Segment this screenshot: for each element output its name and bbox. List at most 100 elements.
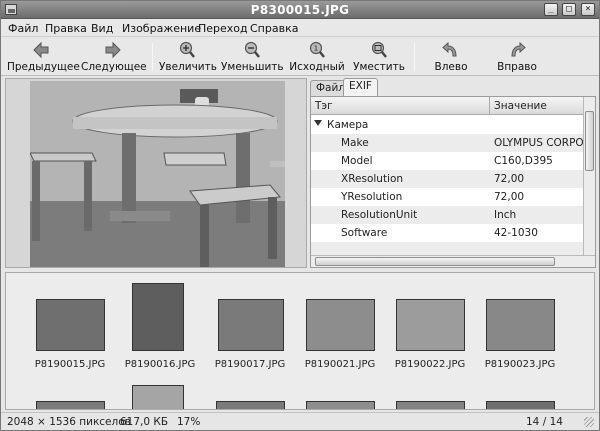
thumbnail-name: P8190017.JPG (214, 359, 286, 370)
exif-value: 72,00 (494, 173, 525, 185)
thumbnail-item[interactable]: P8190017.JPG (210, 273, 290, 377)
exif-tag: ResolutionUnit (341, 209, 418, 221)
title-bar[interactable]: P8300015.JPG _ □ × (1, 1, 599, 19)
menu-view[interactable]: Вид (91, 22, 113, 35)
previous-label: Предыдущее (7, 61, 80, 73)
rotate-left-label: Влево (434, 61, 468, 73)
zoom-fit-icon (371, 41, 387, 58)
exif-header: Тэг Значение (311, 97, 583, 115)
zoom-in-icon (179, 41, 195, 58)
menu-bar: Файл Правка Вид Изображение Переход Спра… (1, 19, 599, 37)
zoom-original-label: Исходный (289, 61, 345, 73)
scrollbar-thumb[interactable] (315, 257, 555, 266)
next-label: Следующее (81, 61, 147, 73)
rotate-left-icon (442, 41, 457, 57)
zoom-original-icon: 1 (309, 41, 325, 58)
thumbnail-image (396, 299, 465, 351)
rotate-right-label: Вправо (497, 61, 537, 73)
rotate-right-button[interactable]: Вправо (493, 38, 541, 76)
exif-value: 72,00 (494, 191, 525, 203)
properties-panel: Файл EXIF Тэг Значение Камера Make OLYMP… (310, 78, 596, 268)
thumbnail-image (486, 299, 555, 351)
close-button[interactable]: × (581, 3, 595, 16)
expander-icon[interactable] (314, 120, 322, 126)
image-viewer-window: P8300015.JPG _ □ × Файл Правка Вид Изобр… (0, 0, 600, 431)
thumbnail-name: P8190021.JPG (304, 359, 376, 370)
zoom-out-button[interactable]: Уменьшить (221, 38, 284, 76)
vertical-scrollbar[interactable] (583, 97, 595, 255)
column-value[interactable]: Значение (494, 100, 547, 112)
menu-go[interactable]: Переход (198, 22, 248, 35)
exif-tag: Software (341, 227, 388, 239)
thumbnail-strip[interactable]: P8190015.JPG P8190016.JPG P8190017.JPG P… (5, 272, 595, 410)
zoom-fit-button[interactable]: Уместить (351, 38, 407, 76)
horizontal-scrollbar[interactable] (311, 255, 595, 267)
zoom-in-button[interactable]: Увеличить (159, 38, 217, 76)
arrow-right-icon (105, 41, 121, 59)
thumbnail-image-partial[interactable] (36, 401, 105, 409)
image-view[interactable] (5, 78, 307, 268)
exif-row[interactable]: YResolution 72,00 (311, 188, 583, 206)
thumbnail-image-partial[interactable] (486, 401, 555, 409)
status-position: 14 / 14 (526, 416, 563, 428)
rotate-right-icon (511, 41, 526, 57)
column-divider[interactable] (489, 97, 490, 115)
thumbnail-name: P8190022.JPG (394, 359, 466, 370)
thumbnail-image (132, 283, 184, 351)
exif-table: Тэг Значение Камера Make OLYMPUS CORPORA… (310, 96, 596, 268)
thumbnail-item[interactable]: P8190015.JPG (30, 273, 110, 377)
exif-row[interactable]: XResolution 72,00 (311, 170, 583, 188)
exif-value: C160,D395 (494, 155, 553, 167)
maximize-button[interactable]: □ (562, 3, 576, 16)
exif-row[interactable]: ResolutionUnit Inch (311, 206, 583, 224)
exif-row[interactable]: Make OLYMPUS CORPORA (311, 134, 583, 152)
thumbnail-name: P8190023.JPG (484, 359, 556, 370)
zoom-original-button[interactable]: 1 Исходный (288, 38, 346, 76)
status-zoom: 17% (177, 416, 201, 428)
column-tag[interactable]: Тэг (315, 100, 333, 112)
thumbnail-item[interactable]: P8190016.JPG (120, 273, 200, 377)
menu-edit[interactable]: Правка (45, 22, 87, 35)
window-title: P8300015.JPG (250, 3, 350, 17)
exif-value: 42-1030 (494, 227, 538, 239)
toolbar-separator (414, 43, 415, 71)
thumbnail-item[interactable]: P8190023.JPG (480, 273, 560, 377)
zoom-out-label: Уменьшить (221, 61, 284, 73)
exif-tag: YResolution (341, 191, 403, 203)
exif-tag: Make (341, 137, 369, 149)
tab-exif[interactable]: EXIF (343, 78, 378, 96)
thumbnail-item[interactable]: P8190021.JPG (300, 273, 380, 377)
zoom-fit-label: Уместить (353, 61, 405, 73)
photo-preview (30, 81, 285, 267)
thumbnail-name: P8190016.JPG (124, 359, 196, 370)
minimize-button[interactable]: _ (544, 3, 558, 16)
thumbnail-image-partial[interactable] (216, 401, 285, 409)
menu-file[interactable]: Файл (8, 22, 38, 35)
thumbnail-name: P8190015.JPG (34, 359, 106, 370)
status-dimensions: 2048 × 1536 пикселов (7, 416, 131, 428)
arrow-left-icon (33, 41, 49, 59)
toolbar: Предыдущее Следующее Увеличить Уменьшить… (1, 38, 599, 76)
thumbnail-image-partial[interactable] (396, 401, 465, 409)
menu-help[interactable]: Справка (250, 22, 298, 35)
scrollbar-thumb[interactable] (585, 111, 594, 171)
status-filesize: 617,0 КБ (120, 416, 169, 428)
exif-group-row[interactable]: Камера (311, 116, 583, 134)
exif-row-partial[interactable] (311, 242, 583, 255)
thumbnail-image-partial[interactable] (132, 385, 184, 409)
rotate-left-button[interactable]: Влево (429, 38, 473, 76)
zoom-out-icon (244, 41, 260, 58)
exif-row[interactable]: Software 42-1030 (311, 224, 583, 242)
thumbnail-image (306, 299, 375, 351)
exif-row[interactable]: Model C160,D395 (311, 152, 583, 170)
resize-grip[interactable] (584, 417, 594, 427)
exif-value: OLYMPUS CORPORA (494, 137, 583, 149)
thumbnail-item[interactable]: P8190022.JPG (390, 273, 470, 377)
previous-button[interactable]: Предыдущее (7, 38, 80, 76)
thumbnail-image (218, 299, 284, 351)
exif-value: Inch (494, 209, 517, 221)
next-button[interactable]: Следующее (81, 38, 147, 76)
thumbnail-image-partial[interactable] (306, 401, 375, 409)
menu-image[interactable]: Изображение (122, 22, 201, 35)
group-label: Камера (327, 119, 369, 131)
